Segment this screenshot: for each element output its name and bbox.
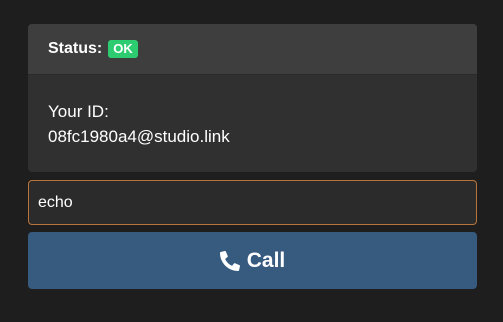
status-panel-body: Your ID: 08fc1980a4@studio.link: [28, 75, 477, 172]
status-label: Status:: [48, 40, 103, 57]
status-panel-header: Status: OK: [28, 24, 477, 75]
status-badge: OK: [108, 40, 138, 58]
your-id-value: 08fc1980a4@studio.link: [48, 127, 230, 146]
phone-icon: [219, 250, 240, 271]
call-target-input[interactable]: [28, 180, 477, 225]
your-id-label: Your ID:: [48, 102, 109, 121]
status-panel: Status: OK Your ID: 08fc1980a4@studio.li…: [28, 24, 477, 172]
app-root: Status: OK Your ID: 08fc1980a4@studio.li…: [0, 0, 503, 322]
call-button[interactable]: Call: [28, 232, 477, 289]
call-button-label: Call: [246, 248, 286, 272]
